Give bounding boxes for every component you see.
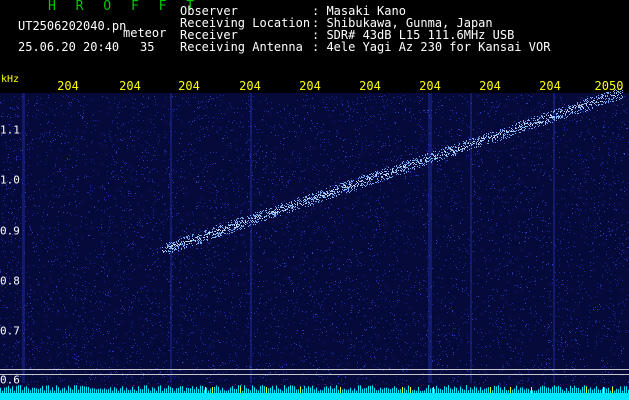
meteor-count: 35 (140, 40, 155, 54)
interference-band (428, 93, 432, 383)
reference-line (0, 374, 629, 375)
time-tick: 204 (178, 79, 200, 93)
time-tick: 204 (539, 79, 561, 93)
time-tick: 204 (57, 79, 79, 93)
y-tick-label: 1.0 (0, 173, 20, 187)
time-tick: 204 (299, 79, 321, 93)
y-tick-label: 0.8 (0, 274, 20, 288)
interference-band (22, 93, 25, 383)
info-label-antenna: Receiving Antenna (180, 40, 303, 54)
info-value-antenna: : 4ele Yagi Az 230 for Kansai VOR (312, 40, 551, 54)
signal-baseline (0, 393, 629, 400)
file-name: UT2506202040.pn (18, 19, 127, 33)
interference-band (553, 93, 555, 383)
y-tick-label: 0.9 (0, 224, 20, 238)
time-tick: 204 (119, 79, 141, 93)
software-title: H R O F F T (48, 0, 201, 14)
time-tick: 204 (419, 79, 441, 93)
reference-line (0, 369, 629, 370)
spectrogram-plot (0, 87, 629, 400)
interference-band (470, 93, 472, 383)
time-tick: 204 (359, 79, 381, 93)
time-axis: 204 204 204 204 204 204 204 204 204 2050 (0, 79, 629, 93)
spectrogram-screen: H R O F F T UT2506202040.pn meteor 25.06… (0, 0, 629, 400)
interference-band (250, 93, 252, 383)
y-tick-label: 1.1 (0, 123, 20, 137)
record-datetime: 25.06.20 20:40 (18, 40, 120, 54)
file-type-label: meteor (123, 26, 167, 40)
time-tick: 204 (479, 79, 501, 93)
interference-band (170, 93, 172, 383)
plot-background (0, 93, 629, 400)
time-tick: 204 (239, 79, 261, 93)
y-tick-label: 0.7 (0, 324, 20, 338)
time-tick: 2050 (594, 79, 624, 93)
y-tick-label: 0.6 (0, 373, 20, 387)
